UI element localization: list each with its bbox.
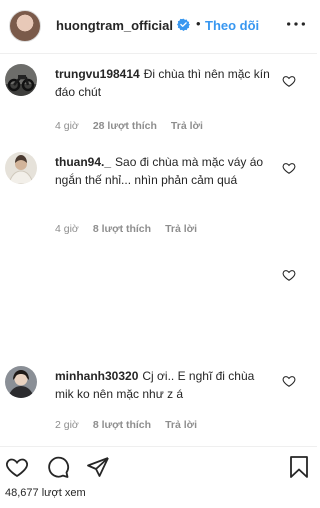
comment-likes[interactable]: 8 lượt thích <box>93 223 151 235</box>
comment-body: thuan94._ Sao đi chùa mà mặc váy áo ngắn … <box>55 153 270 189</box>
heart-icon[interactable] <box>282 74 296 88</box>
person-avatar-image <box>5 152 37 184</box>
comment-username[interactable]: trungvu198414 <box>55 67 140 81</box>
empty-comment-placeholder <box>0 262 317 342</box>
comment-likes[interactable]: 8 lượt thích <box>93 419 151 431</box>
view-count[interactable]: 48,677 lượt xem <box>5 487 86 499</box>
comment-body: trungvu198414 Đi chùa thì nên mặc kín đáo… <box>55 65 270 101</box>
comment-time: 2 giờ <box>55 419 79 431</box>
post-action-bar <box>0 446 317 486</box>
comment-time: 4 giờ <box>55 223 79 235</box>
more-options-icon[interactable] <box>285 13 307 35</box>
comment-username[interactable]: thuan94._ <box>55 155 111 169</box>
heart-icon[interactable] <box>282 268 296 282</box>
commenter-avatar[interactable] <box>5 366 37 398</box>
heart-icon[interactable] <box>282 374 296 388</box>
comment-meta: 4 giờ 8 lượt thích Trả lời <box>55 223 211 235</box>
verified-badge-icon <box>177 18 190 31</box>
follow-button[interactable]: Theo dõi <box>205 18 259 33</box>
commenter-avatar[interactable] <box>5 152 37 184</box>
heart-icon[interactable] <box>5 455 29 479</box>
comment-likes[interactable]: 28 lượt thích <box>93 120 157 132</box>
author-username[interactable]: huongtram_official <box>56 18 173 33</box>
author-avatar[interactable] <box>9 10 41 42</box>
post-header: huongtram_official • Theo dõi <box>0 0 317 54</box>
comment-username[interactable]: minhanh30320 <box>55 369 138 383</box>
bookmark-icon[interactable] <box>287 455 311 479</box>
comment-icon[interactable] <box>46 455 70 479</box>
heart-icon[interactable] <box>282 161 296 175</box>
comment-time: 4 giờ <box>55 120 79 132</box>
reply-button[interactable]: Trả lời <box>171 120 203 132</box>
reply-button[interactable]: Trả lời <box>165 419 197 431</box>
comment-meta: 2 giờ 8 lượt thích Trả lời <box>55 419 211 431</box>
person-avatar-image <box>5 366 37 398</box>
commenter-avatar[interactable] <box>5 64 37 96</box>
separator-dot: • <box>196 16 201 31</box>
comment-body: minhanh30320 Cj ơi.. E nghĩ đi chùa mik k… <box>55 367 270 403</box>
share-icon[interactable] <box>86 455 110 479</box>
reply-button[interactable]: Trả lời <box>165 223 197 235</box>
comment-meta: 4 giờ 28 lượt thích Trả lời <box>55 120 217 132</box>
motorcycle-avatar-image <box>5 64 37 96</box>
